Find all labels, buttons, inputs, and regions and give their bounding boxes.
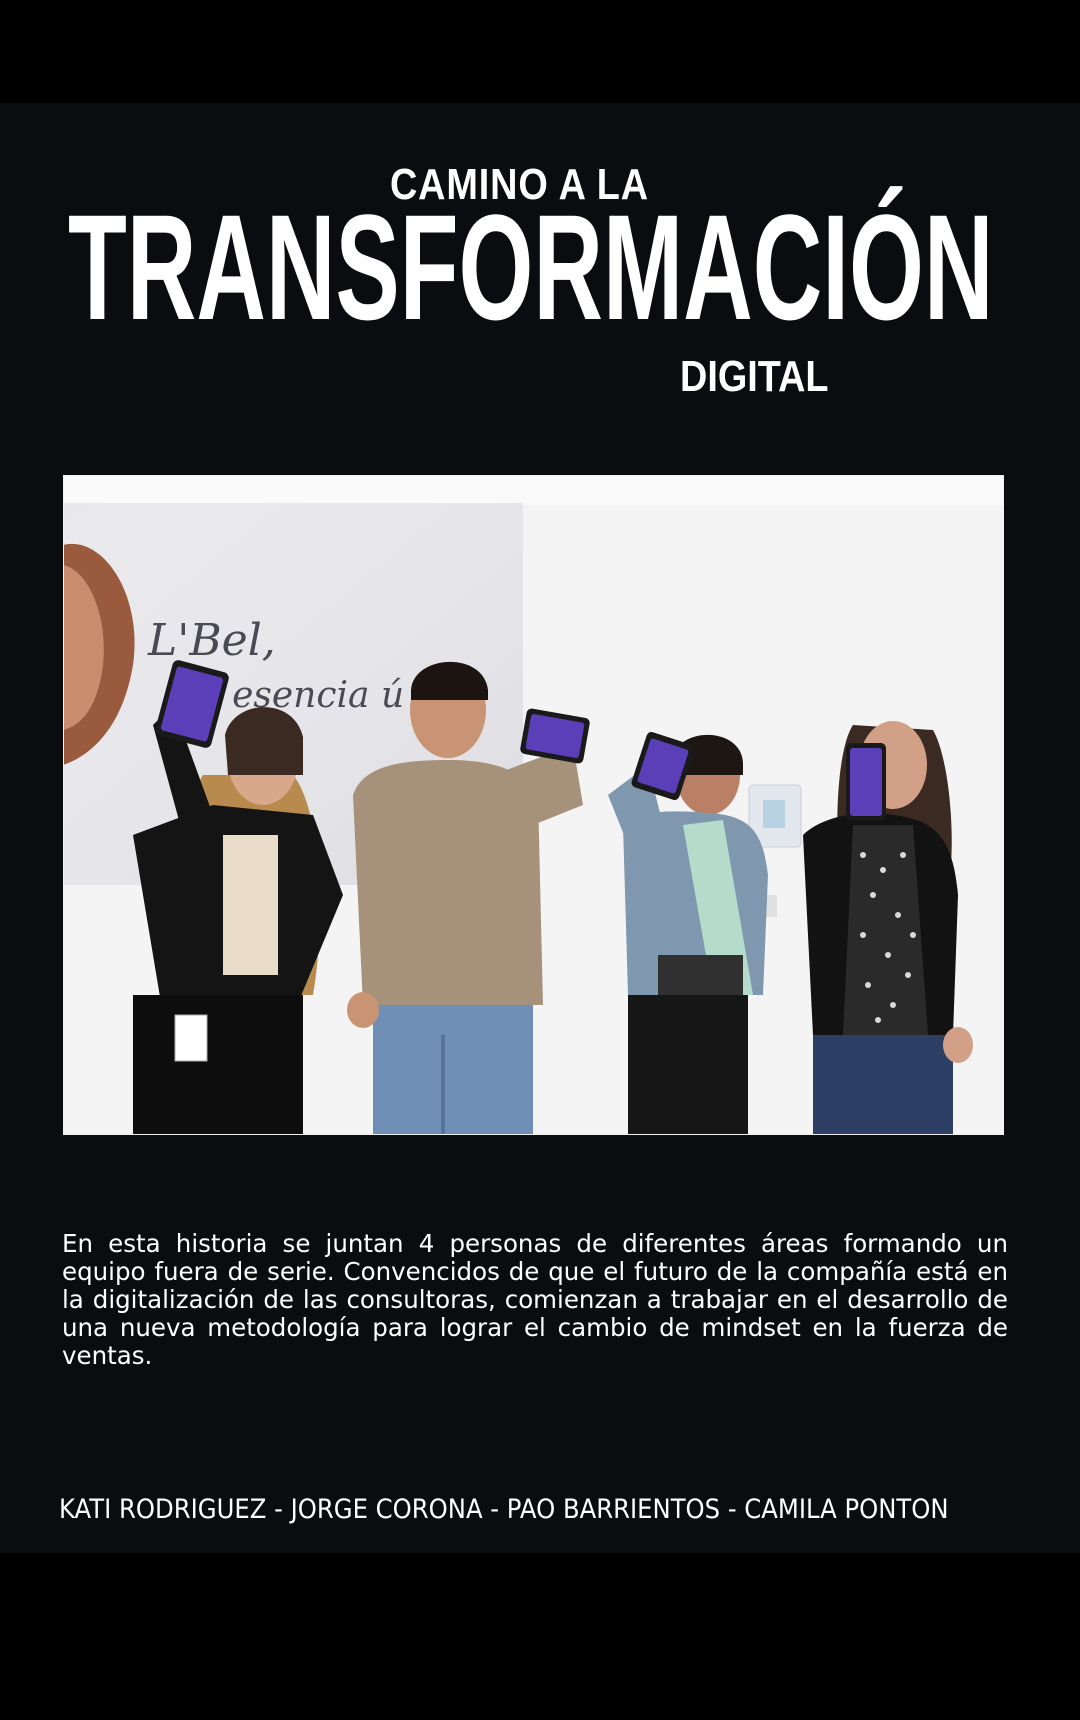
team-photo: L'Bel, tu esencia ú [63,475,1004,1135]
title-line-transformacion: TRANSFORMACIÓN [68,183,994,351]
story-description: En esta historia se juntan 4 personas de… [62,1229,1008,1370]
poster-brand-text: L'Bel, [147,615,276,666]
title-line-digital: DIGITAL [680,352,829,401]
authors-line: KATI RODRIGUEZ - JORGE CORONA - PAO BARR… [59,1494,949,1525]
